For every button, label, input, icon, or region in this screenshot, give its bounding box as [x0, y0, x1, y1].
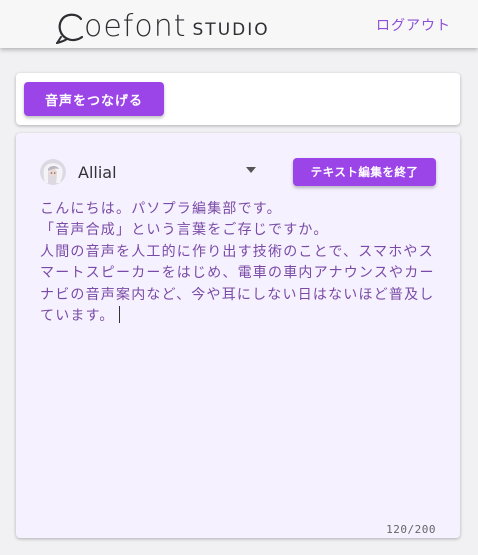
coefont-studio-logo[interactable]: oefont STUDIO — [56, 6, 270, 44]
text-line: ナビの音声案内など、今や耳にしない日はないほど普及し — [40, 286, 435, 303]
text-editor-card: Allial テキスト編集を終了 こんにちは。パソプラ編集部です。 「音声合成」… — [16, 133, 460, 538]
text-line: 人間の音声を人工的に作り出す技術のことで、スマホやス — [40, 243, 434, 260]
toolbar-card: 音声をつなげる — [16, 73, 460, 125]
logo-studio-text: STUDIO — [192, 20, 270, 40]
speech-bubble-logo-icon — [56, 13, 84, 44]
finish-text-edit-button[interactable]: テキスト編集を終了 — [293, 158, 436, 186]
voice-name: Allial — [78, 162, 117, 182]
voice-avatar — [40, 159, 66, 185]
text-caret — [118, 306, 120, 324]
text-line: こんにちは。パソプラ編集部です。 — [40, 201, 282, 217]
script-text-input[interactable]: こんにちは。パソプラ編集部です。 「音声合成」という言葉をご存じですか。 人間の… — [40, 199, 440, 499]
text-line: 「音声合成」という言葉をご存じですか。 — [40, 222, 329, 239]
top-app-bar: oefont STUDIO ログアウト — [0, 0, 478, 48]
text-line: マートスピーカーをはじめ、電車の車内アナウンスやカー — [40, 265, 435, 282]
character-counter: 120/200 — [386, 523, 436, 536]
connect-audio-button[interactable]: 音声をつなげる — [24, 82, 164, 116]
voice-selector[interactable]: Allial — [40, 157, 256, 187]
caret-down-icon — [246, 167, 256, 173]
text-line-content: ています。 — [40, 308, 115, 325]
logo-wordmark: oefont — [84, 9, 187, 44]
text-line-last: ています。 — [40, 306, 440, 327]
logout-link[interactable]: ログアウト — [376, 15, 451, 35]
